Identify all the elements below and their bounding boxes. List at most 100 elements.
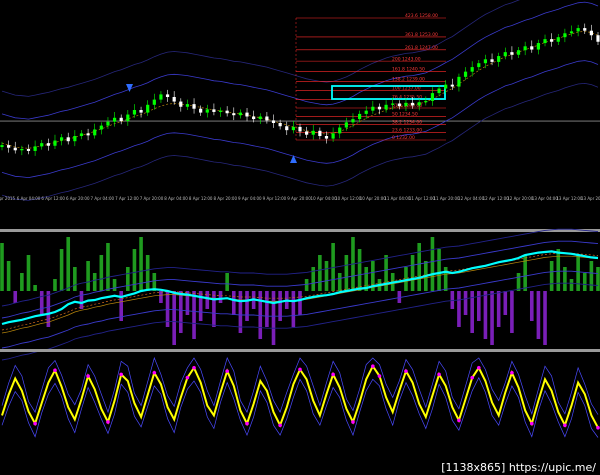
histogram-bar [344,255,349,291]
fib-level-label: 423.6 1258.00 [405,13,438,19]
fib-level-label: 50 1234.50 [392,112,418,118]
histogram-bar [20,273,24,291]
histogram-bar [92,273,97,291]
x-tick-label: 11 Apr 12:00 [409,196,436,201]
stoch-extreme-dot [596,425,600,430]
stoch-extreme-dot [33,421,37,426]
x-tick-label: 6 Apr 20:00 [66,196,90,201]
candle-body [271,120,276,123]
candle-body [596,35,600,42]
x-tick-label: 8 Apr 04:00 [164,196,188,201]
candle-body [430,93,435,101]
histogram-bar [410,255,415,291]
stoch-extreme-dot [457,418,461,423]
candle-body [225,110,229,114]
candle-body [510,52,514,55]
candle-body [384,104,388,110]
histogram-bar [430,237,435,291]
candle-body [371,106,375,111]
stoch-extreme-dot [331,372,335,377]
candle-body [483,59,488,64]
histogram-bar [556,249,561,291]
candle-body [212,109,216,112]
candle-body [278,123,282,127]
histogram-bar [324,261,329,291]
candle-body [338,127,342,134]
histogram-bar [59,249,64,291]
candle-body [132,110,137,115]
candle-body [331,133,335,139]
x-tick-label: 6 Apr 2015 [0,196,16,201]
candle-body [364,110,368,114]
candle-body [391,103,395,105]
candle-body [205,109,209,113]
candle-body [106,121,110,126]
candle-body [152,99,156,105]
histogram-bar [477,291,481,321]
candle-body [291,126,295,131]
candle-body [311,130,315,135]
stoch-extreme-dot [106,420,110,424]
candle-body [172,97,176,102]
panel-divider-2[interactable] [0,349,600,352]
candle-body [285,126,289,131]
candle-body [298,126,302,132]
candle-body [550,39,554,42]
candle-body [46,143,50,146]
stoch-extreme-dot [185,375,190,380]
candle-body [26,149,31,151]
candle-body [126,114,130,122]
fib-level-label: 161.8 1240.50 [392,67,425,73]
stoch-extreme-dot [278,423,282,428]
histogram-bar [510,291,514,333]
x-tick-label: 11 Apr 20:00 [433,196,460,201]
histogram-bar [126,267,130,291]
fib-level-label: 38.2 1234.00 [392,120,422,126]
candle-body [358,113,362,120]
stoch-extreme-dot [351,420,355,424]
candle-body [99,125,103,130]
stoch-extreme-dot [371,364,375,369]
histogram-bar [536,291,541,339]
histogram-bar [417,243,421,291]
histogram-bar [490,291,494,345]
candle-body [576,28,580,32]
histogram-bar [304,279,309,291]
panel-divider-1[interactable] [0,229,600,232]
trading-chart[interactable]: 423.6 1258.00 361.8 1253.00 261.8 1247.00 2… [0,0,600,475]
candle-body [79,133,84,136]
candle-body [318,130,322,136]
candle-body [404,102,408,107]
stoch-extreme-dot [225,369,229,373]
candle-body [497,56,501,62]
stoch-extreme-dot [245,421,249,426]
histogram-bar [106,243,110,291]
candle-body [503,52,507,57]
candle-body [185,104,190,107]
candle-body [66,137,70,142]
candle-body [444,84,448,89]
x-tick-label: 7 Apr 12:00 [115,196,139,201]
histogram-bar [205,291,210,309]
candle-body [238,112,242,116]
histogram-bar [563,267,567,291]
stoch-extreme-dot [192,366,196,370]
histogram-bar [298,291,302,315]
candle-body [463,71,468,77]
x-tick-label: 9 Apr 20:00 [287,196,311,201]
candle-body [516,50,521,55]
candle-body [73,136,77,142]
histogram-bar [218,291,223,303]
histogram-bar [192,291,196,339]
candle-body [165,94,170,97]
fib-level-label: 0 1232.00 [392,135,415,141]
histogram-bar [496,291,501,327]
x-tick-label: 7 Apr 04:00 [91,196,115,201]
histogram-bar [86,261,90,291]
candle-body [218,110,223,112]
candle-body [490,59,494,62]
candle-body [477,63,481,68]
histogram-bar [357,249,362,291]
histogram-bar [450,291,455,309]
candle-body [245,112,249,117]
